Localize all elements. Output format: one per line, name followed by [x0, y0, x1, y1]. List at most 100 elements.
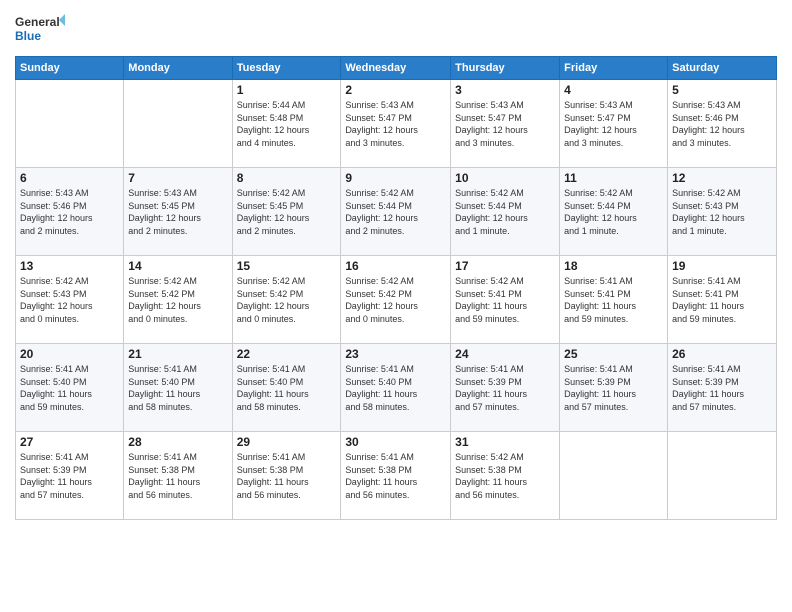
day-number: 6	[20, 171, 119, 185]
day-number: 3	[455, 83, 555, 97]
day-number: 28	[128, 435, 227, 449]
calendar-cell	[560, 432, 668, 520]
calendar-cell: 12 Sunrise: 5:42 AM Sunset: 5:43 PM Dayli…	[668, 168, 777, 256]
day-info: Sunrise: 5:42 AM Sunset: 5:44 PM Dayligh…	[345, 187, 446, 237]
svg-text:Blue: Blue	[15, 29, 41, 43]
calendar-cell: 19Sunrise: 5:41 AM Sunset: 5:41 PM Dayli…	[668, 256, 777, 344]
day-header: Saturday	[668, 57, 777, 80]
day-info: Sunrise: 5:42 AM Sunset: 5:42 PM Dayligh…	[128, 275, 227, 325]
calendar-cell: 22 Sunrise: 5:41 AM Sunset: 5:40 PM Dayli…	[232, 344, 341, 432]
day-number: 23	[345, 347, 446, 361]
calendar-cell: 26Sunrise: 5:41 AM Sunset: 5:39 PM Dayli…	[668, 344, 777, 432]
day-info: Sunrise: 5:42 AM Sunset: 5:38 PM Dayligh…	[455, 451, 555, 501]
calendar-cell: 25Sunrise: 5:41 AM Sunset: 5:39 PM Dayli…	[560, 344, 668, 432]
calendar-cell: 11 Sunrise: 5:42 AM Sunset: 5:44 PM Dayli…	[560, 168, 668, 256]
day-info: Sunrise: 5:41 AM Sunset: 5:40 PM Dayligh…	[237, 363, 337, 413]
logo: General Blue	[15, 10, 65, 48]
calendar-week-row: 1Sunrise: 5:44 AM Sunset: 5:48 PM Daylig…	[16, 80, 777, 168]
day-number: 9	[345, 171, 446, 185]
day-number: 12	[672, 171, 772, 185]
day-info: Sunrise: 5:41 AM Sunset: 5:40 PM Dayligh…	[20, 363, 119, 413]
day-header: Friday	[560, 57, 668, 80]
calendar-cell: 2 Sunrise: 5:43 AM Sunset: 5:47 PM Daylig…	[341, 80, 451, 168]
calendar-cell: 20 Sunrise: 5:41 AM Sunset: 5:40 PM Dayli…	[16, 344, 124, 432]
day-header: Thursday	[451, 57, 560, 80]
day-info: Sunrise: 5:43 AM Sunset: 5:46 PM Dayligh…	[20, 187, 119, 237]
calendar-cell: 28 Sunrise: 5:41 AM Sunset: 5:38 PM Dayli…	[124, 432, 232, 520]
day-number: 17	[455, 259, 555, 273]
day-info: Sunrise: 5:42 AM Sunset: 5:42 PM Dayligh…	[237, 275, 337, 325]
day-info: Sunrise: 5:41 AM Sunset: 5:41 PM Dayligh…	[672, 275, 772, 325]
day-info: Sunrise: 5:41 AM Sunset: 5:41 PM Dayligh…	[564, 275, 663, 325]
day-number: 13	[20, 259, 119, 273]
calendar-cell: 18Sunrise: 5:41 AM Sunset: 5:41 PM Dayli…	[560, 256, 668, 344]
day-info: Sunrise: 5:42 AM Sunset: 5:42 PM Dayligh…	[345, 275, 446, 325]
calendar-week-row: 13Sunrise: 5:42 AM Sunset: 5:43 PM Dayli…	[16, 256, 777, 344]
day-number: 11	[564, 171, 663, 185]
calendar-header-row: SundayMondayTuesdayWednesdayThursdayFrid…	[16, 57, 777, 80]
day-info: Sunrise: 5:41 AM Sunset: 5:38 PM Dayligh…	[128, 451, 227, 501]
day-number: 21	[128, 347, 227, 361]
day-number: 26	[672, 347, 772, 361]
day-info: Sunrise: 5:43 AM Sunset: 5:45 PM Dayligh…	[128, 187, 227, 237]
day-info: Sunrise: 5:42 AM Sunset: 5:43 PM Dayligh…	[672, 187, 772, 237]
svg-text:General: General	[15, 15, 60, 29]
calendar-cell: 4 Sunrise: 5:43 AM Sunset: 5:47 PM Daylig…	[560, 80, 668, 168]
calendar-cell: 14Sunrise: 5:42 AM Sunset: 5:42 PM Dayli…	[124, 256, 232, 344]
day-info: Sunrise: 5:43 AM Sunset: 5:46 PM Dayligh…	[672, 99, 772, 149]
day-number: 4	[564, 83, 663, 97]
day-info: Sunrise: 5:41 AM Sunset: 5:40 PM Dayligh…	[345, 363, 446, 413]
day-info: Sunrise: 5:42 AM Sunset: 5:44 PM Dayligh…	[455, 187, 555, 237]
calendar-cell: 24Sunrise: 5:41 AM Sunset: 5:39 PM Dayli…	[451, 344, 560, 432]
day-info: Sunrise: 5:41 AM Sunset: 5:39 PM Dayligh…	[564, 363, 663, 413]
day-info: Sunrise: 5:43 AM Sunset: 5:47 PM Dayligh…	[564, 99, 663, 149]
calendar-week-row: 6 Sunrise: 5:43 AM Sunset: 5:46 PM Daylig…	[16, 168, 777, 256]
day-number: 15	[237, 259, 337, 273]
day-number: 5	[672, 83, 772, 97]
calendar-cell: 30 Sunrise: 5:41 AM Sunset: 5:38 PM Dayli…	[341, 432, 451, 520]
day-number: 20	[20, 347, 119, 361]
calendar-cell: 8Sunrise: 5:42 AM Sunset: 5:45 PM Daylig…	[232, 168, 341, 256]
day-info: Sunrise: 5:41 AM Sunset: 5:38 PM Dayligh…	[345, 451, 446, 501]
calendar-cell: 23 Sunrise: 5:41 AM Sunset: 5:40 PM Dayli…	[341, 344, 451, 432]
day-number: 30	[345, 435, 446, 449]
day-number: 16	[345, 259, 446, 273]
day-number: 7	[128, 171, 227, 185]
day-info: Sunrise: 5:42 AM Sunset: 5:45 PM Dayligh…	[237, 187, 337, 237]
day-number: 10	[455, 171, 555, 185]
day-number: 31	[455, 435, 555, 449]
calendar-cell: 27 Sunrise: 5:41 AM Sunset: 5:39 PM Dayli…	[16, 432, 124, 520]
day-info: Sunrise: 5:43 AM Sunset: 5:47 PM Dayligh…	[345, 99, 446, 149]
day-number: 1	[237, 83, 337, 97]
day-info: Sunrise: 5:41 AM Sunset: 5:39 PM Dayligh…	[455, 363, 555, 413]
calendar-cell: 21Sunrise: 5:41 AM Sunset: 5:40 PM Dayli…	[124, 344, 232, 432]
calendar-cell: 31 Sunrise: 5:42 AM Sunset: 5:38 PM Dayli…	[451, 432, 560, 520]
calendar-cell	[124, 80, 232, 168]
day-number: 2	[345, 83, 446, 97]
day-number: 27	[20, 435, 119, 449]
calendar-table: SundayMondayTuesdayWednesdayThursdayFrid…	[15, 56, 777, 520]
day-info: Sunrise: 5:41 AM Sunset: 5:39 PM Dayligh…	[20, 451, 119, 501]
calendar-cell: 6 Sunrise: 5:43 AM Sunset: 5:46 PM Daylig…	[16, 168, 124, 256]
day-header: Tuesday	[232, 57, 341, 80]
calendar-cell: 13Sunrise: 5:42 AM Sunset: 5:43 PM Dayli…	[16, 256, 124, 344]
page: General Blue SundayMondayTuesdayWednesda…	[0, 0, 792, 612]
day-number: 22	[237, 347, 337, 361]
header: General Blue	[15, 10, 777, 48]
calendar-cell: 5 Sunrise: 5:43 AM Sunset: 5:46 PM Daylig…	[668, 80, 777, 168]
calendar-cell: 29Sunrise: 5:41 AM Sunset: 5:38 PM Dayli…	[232, 432, 341, 520]
calendar-body: 1Sunrise: 5:44 AM Sunset: 5:48 PM Daylig…	[16, 80, 777, 520]
calendar-cell: 7 Sunrise: 5:43 AM Sunset: 5:45 PM Daylig…	[124, 168, 232, 256]
day-info: Sunrise: 5:42 AM Sunset: 5:44 PM Dayligh…	[564, 187, 663, 237]
day-header: Wednesday	[341, 57, 451, 80]
day-number: 29	[237, 435, 337, 449]
calendar-cell: 16 Sunrise: 5:42 AM Sunset: 5:42 PM Dayli…	[341, 256, 451, 344]
calendar-week-row: 27 Sunrise: 5:41 AM Sunset: 5:39 PM Dayli…	[16, 432, 777, 520]
calendar-cell: 9 Sunrise: 5:42 AM Sunset: 5:44 PM Daylig…	[341, 168, 451, 256]
calendar-cell: 10 Sunrise: 5:42 AM Sunset: 5:44 PM Dayli…	[451, 168, 560, 256]
day-info: Sunrise: 5:43 AM Sunset: 5:47 PM Dayligh…	[455, 99, 555, 149]
logo-svg: General Blue	[15, 10, 65, 48]
calendar-week-row: 20 Sunrise: 5:41 AM Sunset: 5:40 PM Dayli…	[16, 344, 777, 432]
day-header: Monday	[124, 57, 232, 80]
calendar-cell: 15 Sunrise: 5:42 AM Sunset: 5:42 PM Dayli…	[232, 256, 341, 344]
